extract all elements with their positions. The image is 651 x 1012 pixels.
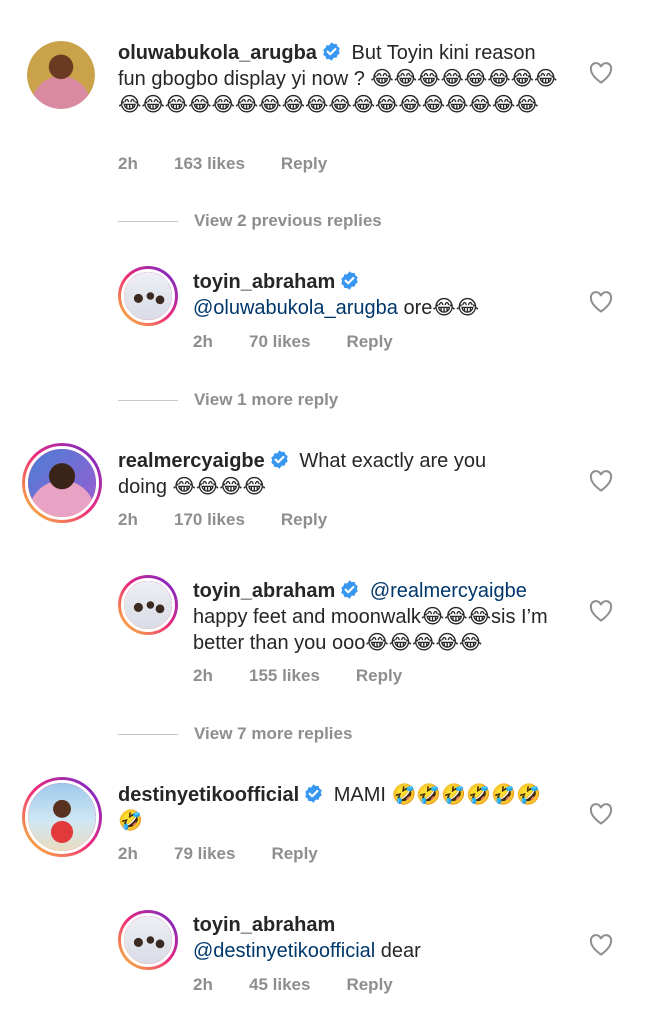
- avatar-image: [124, 272, 172, 320]
- comment-realmercyaigbe: realmercyaigbe What exactly are you doin…: [0, 430, 651, 550]
- reply-toyin-3: toyin_abraham @destinyetikoofficial dear…: [0, 900, 651, 1012]
- comment-meta: 2h 155 likes Reply: [193, 666, 402, 686]
- comment-username[interactable]: oluwabukola_arugba: [118, 42, 317, 64]
- likes-count[interactable]: 70 likes: [249, 332, 310, 352]
- comment-body: destinyetikoofficial MAMI 🤣🤣🤣🤣🤣🤣🤣: [118, 782, 548, 834]
- avatar-image: [28, 783, 96, 851]
- comment-meta: 2h 79 likes Reply: [118, 844, 318, 864]
- likes-count[interactable]: 155 likes: [249, 666, 320, 686]
- avatar-image: [124, 581, 172, 629]
- view-more-replies-button[interactable]: View 7 more replies: [118, 724, 352, 744]
- avatar[interactable]: [27, 41, 95, 109]
- reply-button[interactable]: Reply: [356, 666, 402, 686]
- view-more-replies-button[interactable]: View 1 more reply: [118, 390, 338, 410]
- heart-outline-icon[interactable]: [589, 291, 613, 313]
- heart-outline-icon[interactable]: [589, 600, 613, 622]
- comment-time: 2h: [193, 666, 213, 685]
- divider-line: [118, 221, 178, 223]
- view-replies-label: View 2 previous replies: [194, 211, 382, 230]
- comment-time: 2h: [193, 332, 213, 351]
- avatar-frame: [121, 913, 175, 967]
- reply-button[interactable]: Reply: [346, 975, 392, 995]
- comment-meta: 2h 45 likes Reply: [193, 975, 393, 995]
- comment-text: ore😂😂: [397, 297, 480, 319]
- reply-button[interactable]: Reply: [271, 844, 317, 864]
- comment-text: dear: [375, 940, 421, 962]
- comment-meta: 2h 170 likes Reply: [118, 510, 327, 530]
- avatar-frame: [121, 578, 175, 632]
- comment-text: happy feet and moonwalk😂😂😂sis I’m better…: [193, 606, 548, 654]
- reply-toyin-2: toyin_abraham @realmercyaigbe happy feet…: [0, 565, 651, 705]
- avatar[interactable]: [118, 266, 178, 326]
- likes-count[interactable]: 45 likes: [249, 975, 310, 995]
- reply-button[interactable]: Reply: [281, 510, 327, 530]
- verified-badge-icon: [323, 42, 340, 61]
- comment-body: oluwabukola_arugba But Toyin kini reason…: [118, 40, 568, 118]
- comment-body: realmercyaigbe What exactly are you doin…: [118, 448, 538, 500]
- likes-count[interactable]: 79 likes: [174, 844, 235, 864]
- comment-meta: 2h 70 likes Reply: [193, 332, 393, 352]
- comment-username[interactable]: toyin_abraham: [193, 580, 335, 602]
- avatar[interactable]: [118, 575, 178, 635]
- heart-outline-icon[interactable]: [589, 62, 613, 84]
- mention-link[interactable]: @destinyetikoofficial: [193, 940, 375, 962]
- comment-username[interactable]: destinyetikoofficial: [118, 784, 299, 806]
- avatar[interactable]: [22, 443, 102, 523]
- view-replies-label: View 1 more reply: [194, 390, 339, 409]
- comment-oluwabukola: oluwabukola_arugba But Toyin kini reason…: [0, 0, 651, 190]
- likes-count[interactable]: 163 likes: [174, 154, 245, 174]
- comment-meta: 2h 163 likes Reply: [118, 154, 327, 174]
- comment-body: toyin_abraham @realmercyaigbe happy feet…: [193, 578, 563, 656]
- comment-destinyetikoofficial: destinyetikoofficial MAMI 🤣🤣🤣🤣🤣🤣🤣 2h 79 l…: [0, 765, 651, 885]
- divider-line: [118, 400, 178, 402]
- comment-time: 2h: [118, 154, 138, 173]
- mention-link[interactable]: @oluwabukola_arugba: [193, 297, 398, 319]
- comment-time: 2h: [118, 844, 138, 863]
- heart-outline-icon[interactable]: [589, 803, 613, 825]
- verified-badge-icon: [341, 271, 358, 290]
- verified-badge-icon: [341, 580, 358, 599]
- avatar-image: [124, 916, 172, 964]
- reply-button[interactable]: Reply: [346, 332, 392, 352]
- comment-username[interactable]: toyin_abraham: [193, 914, 335, 936]
- reply-toyin-1: toyin_abraham @oluwabukola_arugba ore😂😂 …: [0, 250, 651, 370]
- heart-outline-icon[interactable]: [589, 470, 613, 492]
- avatar-image: [27, 41, 95, 109]
- avatar-image: [28, 449, 96, 517]
- comment-username[interactable]: realmercyaigbe: [118, 450, 265, 472]
- view-replies-label: View 7 more replies: [194, 724, 353, 743]
- heart-outline-icon[interactable]: [589, 934, 613, 956]
- comment-time: 2h: [193, 975, 213, 994]
- avatar-frame: [25, 446, 99, 520]
- verified-badge-icon: [271, 450, 288, 469]
- avatar-frame: [25, 780, 99, 854]
- comment-body: toyin_abraham @destinyetikoofficial dear: [193, 912, 523, 964]
- avatar[interactable]: [22, 777, 102, 857]
- comment-username[interactable]: toyin_abraham: [193, 271, 335, 293]
- verified-badge-icon: [305, 784, 322, 803]
- comment-time: 2h: [118, 510, 138, 529]
- likes-count[interactable]: 170 likes: [174, 510, 245, 530]
- divider-line: [118, 734, 178, 736]
- avatar-frame: [121, 269, 175, 323]
- view-previous-replies-button[interactable]: View 2 previous replies: [118, 211, 382, 231]
- reply-button[interactable]: Reply: [281, 154, 327, 174]
- comment-body: toyin_abraham @oluwabukola_arugba ore😂😂: [193, 269, 543, 321]
- mention-link[interactable]: @realmercyaigbe: [370, 580, 527, 602]
- avatar[interactable]: [118, 910, 178, 970]
